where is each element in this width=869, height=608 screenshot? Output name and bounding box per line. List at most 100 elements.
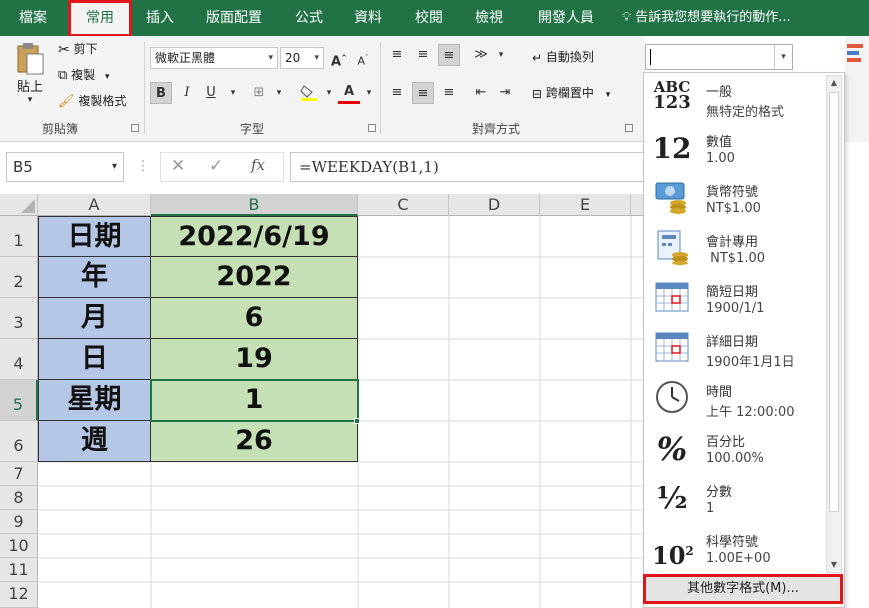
increase-indent-icon[interactable]: ⇥: [494, 82, 516, 104]
column-header-a[interactable]: A: [38, 194, 151, 216]
dialog-launcher-icon[interactable]: [625, 124, 633, 132]
format-example: 上午 12:00:00: [706, 405, 795, 420]
underline-button[interactable]: U: [200, 82, 222, 104]
fill-color-icon[interactable]: [298, 82, 320, 104]
row-header-10[interactable]: 10: [0, 534, 38, 558]
row-header-8[interactable]: 8: [0, 486, 38, 510]
cell-b3[interactable]: 6: [151, 298, 358, 339]
align-left-icon[interactable]: ≡: [386, 82, 408, 104]
row-header-3[interactable]: 3: [0, 298, 38, 339]
column-header-d[interactable]: D: [449, 194, 540, 216]
format-option-fraction[interactable]: ½ 分數 1: [644, 473, 824, 523]
dropdown-scrollbar[interactable]: ▲ ▼: [826, 75, 842, 573]
italic-button[interactable]: I: [176, 82, 198, 104]
row-header-12[interactable]: 12: [0, 582, 38, 608]
cell-b6[interactable]: 26: [151, 421, 358, 462]
chevron-down-icon[interactable]: ▾: [490, 44, 512, 66]
borders-icon[interactable]: ⊞: [248, 82, 270, 104]
chevron-down-icon[interactable]: ▾: [358, 82, 380, 104]
tab-file[interactable]: 檔案: [8, 0, 58, 36]
tab-view[interactable]: 檢視: [466, 0, 512, 36]
cell-a3[interactable]: 月: [38, 298, 151, 339]
column-header-c[interactable]: C: [358, 194, 449, 216]
cell-b1[interactable]: 2022/6/19: [151, 216, 358, 257]
tab-home[interactable]: 常用: [68, 0, 132, 37]
format-option-long-date[interactable]: 詳細日期 1900年1月1日: [644, 323, 824, 373]
cell-a6[interactable]: 週: [38, 421, 151, 462]
clock-icon: [652, 379, 692, 419]
format-painter-button[interactable]: 🖌︎ 複製格式: [58, 92, 126, 109]
dialog-launcher-icon[interactable]: [131, 124, 139, 132]
column-header-b[interactable]: B: [151, 194, 358, 216]
format-option-short-date[interactable]: 簡短日期 1900/1/1: [644, 273, 824, 323]
scroll-up-icon[interactable]: ▲: [827, 76, 841, 90]
format-option-percentage[interactable]: % 百分比 100.00%: [644, 423, 824, 473]
insert-function-icon[interactable]: fx: [251, 156, 265, 174]
increase-font-icon[interactable]: A^: [328, 47, 350, 69]
tab-insert[interactable]: 插入: [138, 0, 182, 36]
align-middle-icon[interactable]: ≡: [412, 44, 434, 66]
font-size-dropdown[interactable]: 20 ▾: [280, 47, 324, 69]
cell-b4[interactable]: 19: [151, 339, 358, 380]
tab-data[interactable]: 資料: [345, 0, 391, 36]
cell-a4[interactable]: 日: [38, 339, 151, 380]
row-header-11[interactable]: 11: [0, 558, 38, 582]
group-separator: [380, 42, 381, 134]
chevron-down-icon[interactable]: ▾: [774, 45, 792, 69]
merge-center-button[interactable]: ⊟ 跨欄置中 ▾: [532, 84, 610, 101]
row-header-1[interactable]: 1: [0, 216, 38, 257]
decrease-font-icon[interactable]: Aˇ: [352, 47, 374, 69]
row-header-7[interactable]: 7: [0, 462, 38, 486]
copy-button[interactable]: ⧉ 複製 ▾: [58, 66, 110, 83]
fill-handle[interactable]: [354, 418, 360, 424]
align-bottom-icon[interactable]: ≡: [438, 44, 460, 66]
format-option-currency[interactable]: 貨幣符號 NT$1.00: [644, 173, 824, 223]
format-option-accounting[interactable]: 會計專用 NT$1.00: [644, 223, 824, 273]
row-header-5[interactable]: 5: [0, 380, 38, 421]
tab-developer[interactable]: 開發人員: [528, 0, 604, 36]
conditional-format-icon: [847, 44, 863, 62]
column-header-e[interactable]: E: [540, 194, 631, 216]
cell-a5[interactable]: 星期: [38, 380, 151, 421]
paste-button[interactable]: 貼上 ▾: [12, 42, 48, 105]
chevron-down-icon[interactable]: ▾: [318, 82, 340, 104]
cell-a1[interactable]: 日期: [38, 216, 151, 257]
select-all-corner[interactable]: [0, 194, 38, 216]
cancel-icon[interactable]: ✕: [171, 156, 185, 176]
wrap-text-button[interactable]: ↵ 自動換列: [532, 48, 594, 65]
format-example: 1: [706, 501, 715, 516]
cell-a2[interactable]: 年: [38, 257, 151, 298]
font-name-dropdown[interactable]: 微軟正黑體 ▾: [150, 47, 278, 69]
scroll-thumb[interactable]: [829, 92, 839, 512]
format-option-general[interactable]: ABC 123 一般 無特定的格式: [644, 73, 824, 123]
tab-formulas[interactable]: 公式: [286, 0, 332, 36]
formula-input[interactable]: =WEEKDAY(B1,1): [290, 152, 650, 182]
scroll-down-icon[interactable]: ▼: [827, 558, 841, 572]
align-top-icon[interactable]: ≡: [386, 44, 408, 66]
row-header-6[interactable]: 6: [0, 421, 38, 462]
align-right-icon[interactable]: ≡: [438, 82, 460, 104]
dialog-launcher-icon[interactable]: [368, 124, 376, 132]
font-color-icon[interactable]: A: [338, 82, 360, 104]
orientation-icon[interactable]: ≫: [470, 44, 492, 66]
name-box[interactable]: B5 ▾: [6, 152, 124, 182]
align-center-icon[interactable]: ≡: [412, 82, 434, 104]
format-option-scientific[interactable]: 102 科學符號 1.00E+00: [644, 523, 824, 573]
cell-b2[interactable]: 2022: [151, 257, 358, 298]
bold-button[interactable]: B: [150, 82, 172, 104]
format-option-number[interactable]: 12 數值 1.00: [644, 123, 824, 173]
row-header-2[interactable]: 2: [0, 257, 38, 298]
tell-me-box[interactable]: 💡︎ 告訴我您想要執行的動作...: [622, 0, 791, 36]
decrease-indent-icon[interactable]: ⇤: [470, 82, 492, 104]
row-header-4[interactable]: 4: [0, 339, 38, 380]
number-format-combo[interactable]: ▾: [645, 44, 793, 70]
cut-button[interactable]: ✂ 剪下: [58, 40, 98, 58]
chevron-down-icon[interactable]: ▾: [222, 82, 244, 104]
row-header-9[interactable]: 9: [0, 510, 38, 534]
tab-page-layout[interactable]: 版面配置: [196, 0, 272, 36]
chevron-down-icon[interactable]: ▾: [268, 82, 290, 104]
enter-icon[interactable]: ✓: [209, 156, 223, 176]
format-option-time[interactable]: 時間 上午 12:00:00: [644, 373, 824, 423]
more-number-formats-button[interactable]: 其他數字格式(M)...: [643, 574, 843, 604]
tab-review[interactable]: 校閱: [406, 0, 452, 36]
